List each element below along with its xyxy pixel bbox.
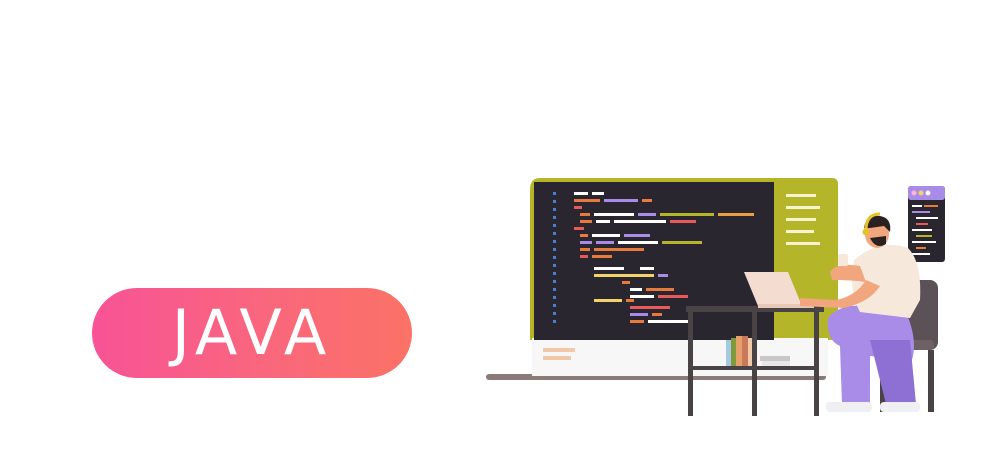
code-window-icon <box>908 186 945 262</box>
developer-illustration <box>486 178 945 416</box>
hero-banner: JAVA <box>0 0 1000 470</box>
code-screen <box>534 182 774 340</box>
